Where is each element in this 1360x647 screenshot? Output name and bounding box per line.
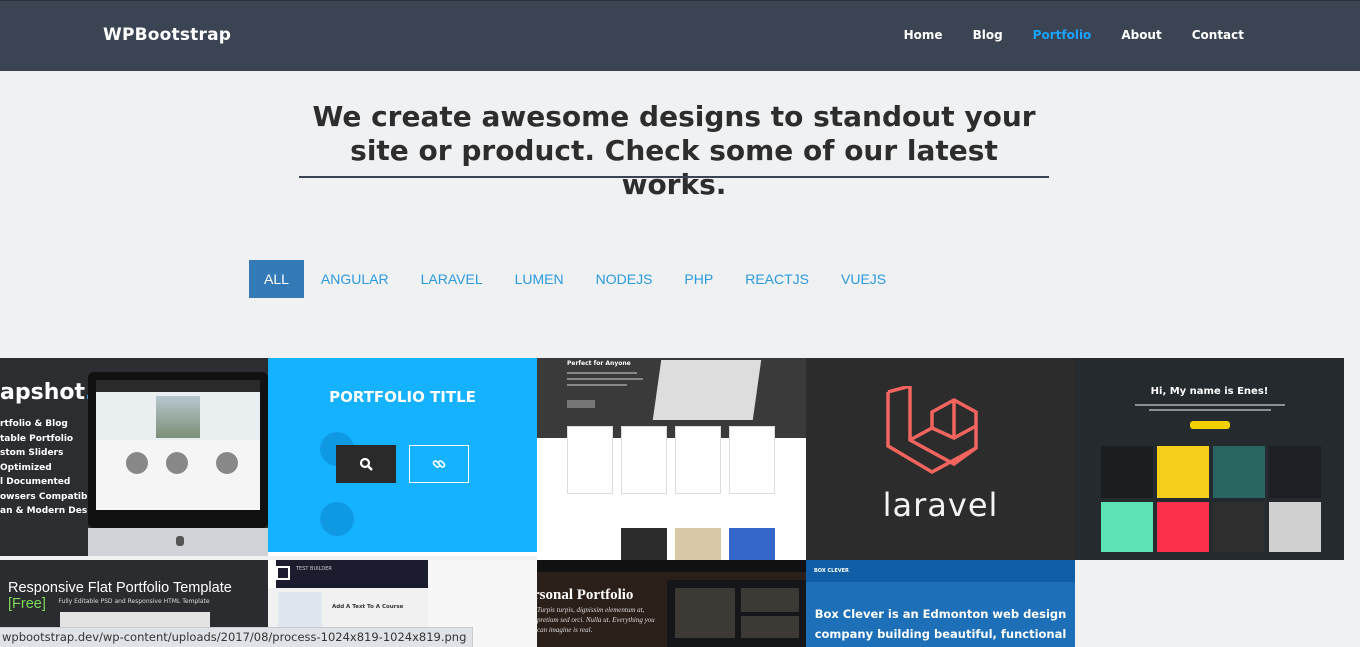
admin-panel-title: Add A Text To A Course	[332, 604, 404, 610]
box-clever-logo: BOX CLEVER	[814, 568, 849, 574]
brand-logo[interactable]: WPBootstrap	[103, 25, 231, 45]
test-builder-brand: TEST BUILDER	[296, 566, 332, 572]
mock-navbar: BOX CLEVER	[806, 560, 1075, 582]
personal-portfolio-title: rsonal Portfolio	[537, 587, 634, 603]
nav-portfolio[interactable]: Portfolio	[1033, 28, 1092, 42]
filter-vuejs[interactable]: VUEJS	[826, 260, 901, 298]
filter-nodejs[interactable]: NODEJS	[581, 260, 668, 298]
link-icon	[432, 460, 446, 468]
filter-laravel[interactable]: LARAVEL	[406, 260, 498, 298]
portfolio-overlay-title: PORTFOLIO TITLE	[329, 388, 476, 406]
flat-template-title: Responsive Flat Portfolio Template [Free…	[8, 580, 232, 612]
device-mockup	[652, 360, 762, 420]
laravel-logo-icon	[886, 386, 978, 475]
portfolio-item-enes[interactable]: Hi, My name is Enes!	[1075, 358, 1344, 560]
portfolio-item-hovered[interactable]: PORTFOLIO TITLE	[268, 358, 537, 556]
overlay-bottom-edge	[268, 552, 537, 556]
filter-php[interactable]: PHP	[669, 260, 728, 298]
view-image-button[interactable]	[336, 445, 396, 483]
section-headline: We create awesome designs to standout yo…	[312, 100, 1036, 201]
nav-contact[interactable]: Contact	[1192, 28, 1244, 42]
nav-blog[interactable]: Blog	[973, 28, 1003, 42]
navbar: WPBootstrap Home Blog Portfolio About Co…	[0, 0, 1360, 71]
portfolio-pill-button	[1190, 421, 1230, 429]
laravel-wordmark: laravel	[882, 486, 999, 524]
filter-angular[interactable]: ANGULAR	[306, 260, 404, 298]
test-builder-logo-icon	[276, 566, 290, 580]
mock-navbar	[537, 560, 806, 572]
gallery-mockup	[667, 580, 806, 647]
nav-about[interactable]: About	[1121, 28, 1161, 42]
filter-all[interactable]: ALL	[249, 260, 304, 298]
filter-lumen[interactable]: LUMEN	[500, 260, 579, 298]
search-icon	[359, 457, 373, 471]
snapshot-title: apshot	[0, 380, 85, 405]
flat-template-subtitle: Fully Editable PSD and Responsive HTML T…	[58, 598, 210, 605]
portfolio-item-snapshot[interactable]: apshot. rtfolio & Blog table Portfolio s…	[0, 358, 268, 556]
main-nav: Home Blog Portfolio About Contact	[874, 28, 1244, 42]
box-clever-text: Box Clever is an Edmonton web design com…	[814, 607, 1067, 641]
monitor-stand	[88, 528, 268, 556]
personal-portfolio-text: Turpis turpis, dignissim elementum at, p…	[537, 606, 655, 634]
open-link-button[interactable]	[409, 445, 469, 483]
portfolio-item-perfect-for-anyone[interactable]: Perfect for Anyone	[537, 358, 806, 560]
nav-home[interactable]: Home	[904, 28, 943, 42]
site-hero-heading: Perfect for Anyone	[567, 360, 631, 367]
browser-status-url: wpbootstrap.dev/wp-content/uploads/2017/…	[0, 627, 474, 647]
portfolio-item-laravel[interactable]: laravel	[806, 358, 1075, 560]
portfolio-item-personal-portfolio[interactable]: rsonal Portfolio Turpis turpis, dignissi…	[537, 560, 806, 647]
headline-divider	[299, 176, 1049, 178]
enes-heading: Hi, My name is Enes!	[1150, 386, 1269, 397]
monitor-mockup	[88, 372, 268, 528]
portfolio-item-box-clever[interactable]: BOX CLEVER Box Clever is an Edmonton web…	[806, 560, 1075, 647]
filter-reactjs[interactable]: REACTJS	[730, 260, 824, 298]
portfolio-filters: ALL ANGULAR LARAVEL LUMEN NODEJS PHP REA…	[249, 260, 903, 298]
faded-circle-icon	[320, 502, 354, 536]
